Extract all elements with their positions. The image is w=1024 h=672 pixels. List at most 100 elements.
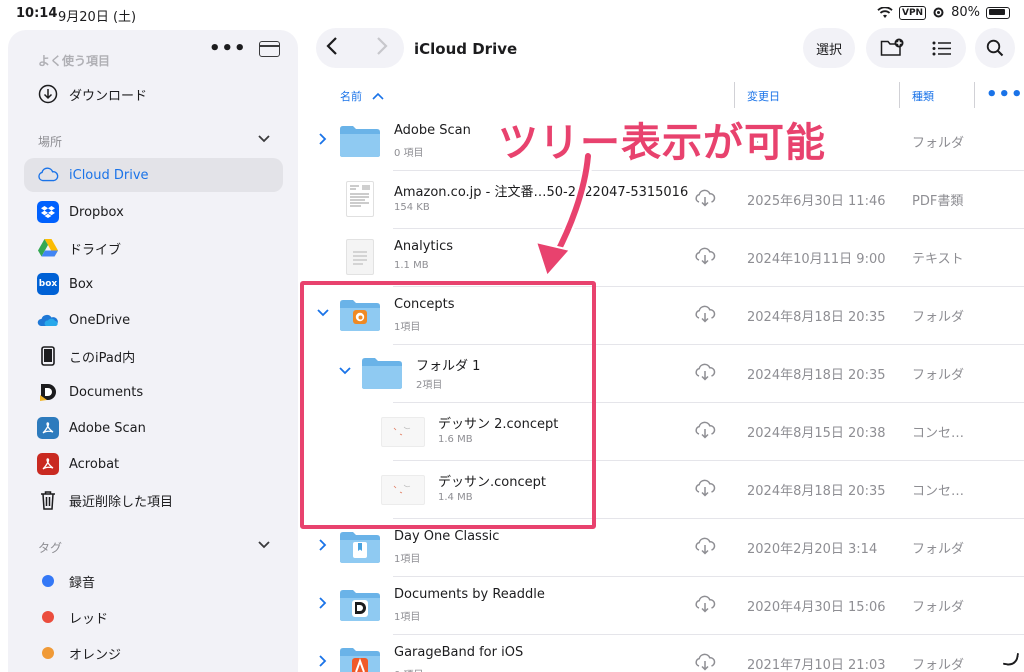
sidebar-item-label: オレンジ: [69, 647, 122, 663]
file-kind: フォルダ: [912, 658, 965, 672]
icloud-download-icon[interactable]: [694, 537, 716, 555]
sidebar-item-label: 最近削除した項目: [69, 494, 174, 510]
file-name: Day One Classic: [394, 529, 500, 544]
icloud-download-icon[interactable]: [694, 479, 716, 497]
disclosure-collapsed-icon[interactable]: [317, 539, 329, 554]
file-kind: テキスト: [912, 252, 964, 267]
sidebar-item-label: このiPad内: [69, 350, 136, 366]
sidebar-tag-red[interactable]: レッド: [24, 600, 283, 634]
file-modified-date: 2024年8月18日 20:35: [747, 368, 886, 383]
page-title: iCloud Drive: [414, 40, 518, 58]
navigation-pill: [316, 28, 404, 68]
status-right: VPN 80%: [877, 5, 1010, 20]
more-columns-icon[interactable]: •••: [986, 84, 1024, 105]
sidebar-item-label: 録音: [69, 575, 96, 591]
file-modified-date: 2024年8月15日 20:38: [747, 426, 886, 441]
sidebar-item-label: Acrobat: [69, 456, 120, 472]
icloud-icon: [37, 164, 59, 186]
sidebar-item-documents[interactable]: Documents: [24, 375, 283, 409]
sidebar-item-google-drive[interactable]: ドライブ: [24, 231, 283, 265]
sidebar-item-onedrive[interactable]: OneDrive: [24, 303, 283, 337]
file-detail: 0 項目: [394, 148, 424, 159]
file-name: Adobe Scan: [394, 123, 471, 138]
download-icon: [37, 83, 59, 105]
file-modified-date: 2020年2月20日 3:14: [747, 542, 878, 557]
sidebar: よく使う項目 ••• ダウンロード 場所 iCloud Drive Dropbo…: [8, 30, 298, 672]
file-kind: フォルダ: [912, 310, 965, 325]
tags-header: タグ: [38, 541, 63, 555]
disclosure-collapsed-icon[interactable]: [317, 597, 329, 612]
icloud-download-icon[interactable]: [694, 653, 716, 671]
file-row[interactable]: Documents by Readdle 1項目 2020年4月30日 15:06 フ…: [305, 577, 1024, 635]
column-divider: [899, 82, 900, 108]
column-header-modified[interactable]: 変更日: [747, 88, 780, 104]
icloud-download-icon[interactable]: [694, 189, 716, 207]
tag-color-dot: [37, 606, 59, 628]
forward-button[interactable]: [376, 36, 388, 61]
file-kind: コンセ…: [912, 484, 965, 499]
sidebar-item-label: Documents: [69, 384, 144, 400]
sidebar-item-adobe-scan[interactable]: Adobe Scan: [24, 411, 283, 445]
locations-header: 場所: [38, 135, 63, 149]
file-modified-date: 2021年7月10日 21:03: [747, 658, 886, 672]
back-button[interactable]: [326, 36, 338, 61]
icloud-download-icon[interactable]: [694, 421, 716, 439]
file-kind: フォルダ: [912, 368, 965, 383]
icloud-download-icon[interactable]: [694, 595, 716, 613]
sidebar-toggle-icon[interactable]: [259, 41, 280, 57]
ipad-icon: [37, 345, 59, 367]
sidebar-item-label: Box: [69, 276, 94, 292]
icloud-download-icon[interactable]: [694, 363, 716, 381]
icloud-download-icon[interactable]: [694, 305, 716, 323]
sidebar-item-recently-deleted[interactable]: 最近削除した項目: [24, 483, 283, 517]
battery-percent: 80%: [951, 5, 980, 20]
file-row[interactable]: GarageBand for iOS 0 項目 2021年7月10日 21:03 フォ…: [305, 635, 1024, 672]
adobe-scan-icon: [37, 417, 59, 439]
column-divider: [974, 82, 975, 108]
vpn-badge: VPN: [899, 5, 927, 20]
folder-icon: [339, 589, 381, 622]
chevron-down-icon[interactable]: [258, 539, 270, 552]
sidebar-item-dropbox[interactable]: Dropbox: [24, 195, 283, 229]
sidebar-item-label: Adobe Scan: [69, 420, 146, 436]
column-divider: [734, 82, 735, 108]
tag-color-dot: [37, 570, 59, 592]
sidebar-tag-orange[interactable]: オレンジ: [24, 636, 283, 670]
documents-app-icon: [37, 381, 59, 403]
wifi-icon: [877, 6, 893, 18]
list-view-icon[interactable]: [932, 41, 952, 60]
chevron-down-icon[interactable]: [258, 133, 270, 146]
sidebar-item-this-ipad[interactable]: このiPad内: [24, 339, 283, 373]
file-kind: フォルダ: [912, 600, 965, 615]
icloud-download-icon[interactable]: [694, 247, 716, 265]
disclosure-collapsed-icon[interactable]: [317, 655, 329, 670]
new-folder-icon[interactable]: [880, 38, 904, 62]
select-button[interactable]: 選択: [803, 28, 855, 68]
more-icon[interactable]: •••: [209, 38, 247, 59]
file-row[interactable]: Analytics 1.1 MB 2024年10月11日 9:00 テキスト: [305, 229, 1024, 287]
file-detail: 154 KB: [394, 202, 430, 213]
toolbar-actions: [866, 28, 966, 68]
sidebar-item-acrobat[interactable]: Acrobat: [24, 447, 283, 481]
column-header-name[interactable]: 名前: [340, 88, 384, 104]
sidebar-item-label: ドライブ: [69, 242, 122, 258]
sidebar-item-downloads[interactable]: ダウンロード: [24, 77, 283, 111]
disclosure-collapsed-icon[interactable]: [317, 133, 329, 148]
sidebar-item-icloud-drive[interactable]: iCloud Drive: [24, 158, 283, 192]
battery-icon: [986, 6, 1010, 19]
file-modified-date: 2020年4月30日 15:06: [747, 600, 886, 615]
search-button[interactable]: [975, 28, 1015, 68]
file-kind: フォルダ: [912, 136, 965, 151]
box-icon: box: [37, 273, 59, 295]
sidebar-tag-recording[interactable]: 録音: [24, 564, 283, 598]
sidebar-item-box[interactable]: box Box: [24, 267, 283, 301]
file-name: Documents by Readdle: [394, 587, 545, 602]
sidebar-item-label: ダウンロード: [69, 88, 148, 104]
sidebar-item-label: Dropbox: [69, 204, 124, 220]
annotation-text: ツリー表示が可能: [498, 120, 826, 166]
column-header-kind[interactable]: 種類: [912, 88, 934, 104]
file-kind: フォルダ: [912, 542, 965, 557]
file-detail: 0 項目: [394, 666, 424, 672]
text-document-icon: [346, 239, 374, 275]
file-row[interactable]: Amazon.co.jp - 注文番…50-2322047-5315016 154…: [305, 171, 1024, 229]
